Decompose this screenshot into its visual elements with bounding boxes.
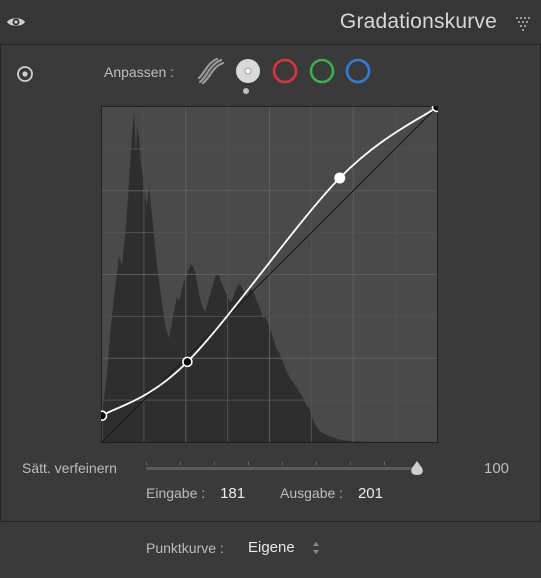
- curve-point[interactable]: [182, 356, 193, 368]
- input-value: 181: [220, 485, 246, 502]
- point-curve-label: Punktkurve :: [146, 540, 224, 556]
- panel-title: Gradationskurve: [339, 10, 497, 33]
- channel-rgb-button[interactable]: [234, 57, 262, 85]
- output-label: Ausgabe :: [280, 485, 344, 501]
- saturation-refine-slider[interactable]: [146, 458, 436, 480]
- slider-thumb: [411, 461, 423, 475]
- curve-point-selected[interactable]: [334, 172, 346, 184]
- output-value: 201: [357, 485, 383, 502]
- curve-canvas[interactable]: [96, 101, 443, 443]
- curve-point[interactable]: [431, 101, 443, 113]
- select-arrows-icon[interactable]: [311, 540, 321, 556]
- active-channel-indicator: [243, 88, 249, 94]
- channel-green-button[interactable]: [308, 57, 336, 85]
- saturation-refine-value[interactable]: 100: [484, 460, 509, 477]
- eye-icon[interactable]: [5, 11, 27, 33]
- input-field: Eingabe : 181: [146, 485, 245, 502]
- tone-curve-editor[interactable]: [96, 101, 443, 443]
- parametric-curve-icon[interactable]: [197, 57, 225, 85]
- channel-red-button[interactable]: [271, 57, 299, 85]
- channel-blue-button[interactable]: [344, 57, 372, 85]
- collapse-triangle-icon[interactable]: [515, 15, 531, 31]
- adjust-label: Anpassen :: [104, 64, 175, 80]
- target-adjustment-icon[interactable]: [15, 64, 35, 84]
- curve-point[interactable]: [96, 410, 108, 422]
- saturation-refine-label: Sätt. verfeinern: [22, 460, 117, 476]
- input-label: Eingabe :: [146, 485, 206, 501]
- output-field: Ausgabe : 201: [280, 485, 383, 502]
- panel-header[interactable]: Gradationskurve: [0, 0, 541, 45]
- point-curve-select[interactable]: Eigene: [248, 539, 295, 556]
